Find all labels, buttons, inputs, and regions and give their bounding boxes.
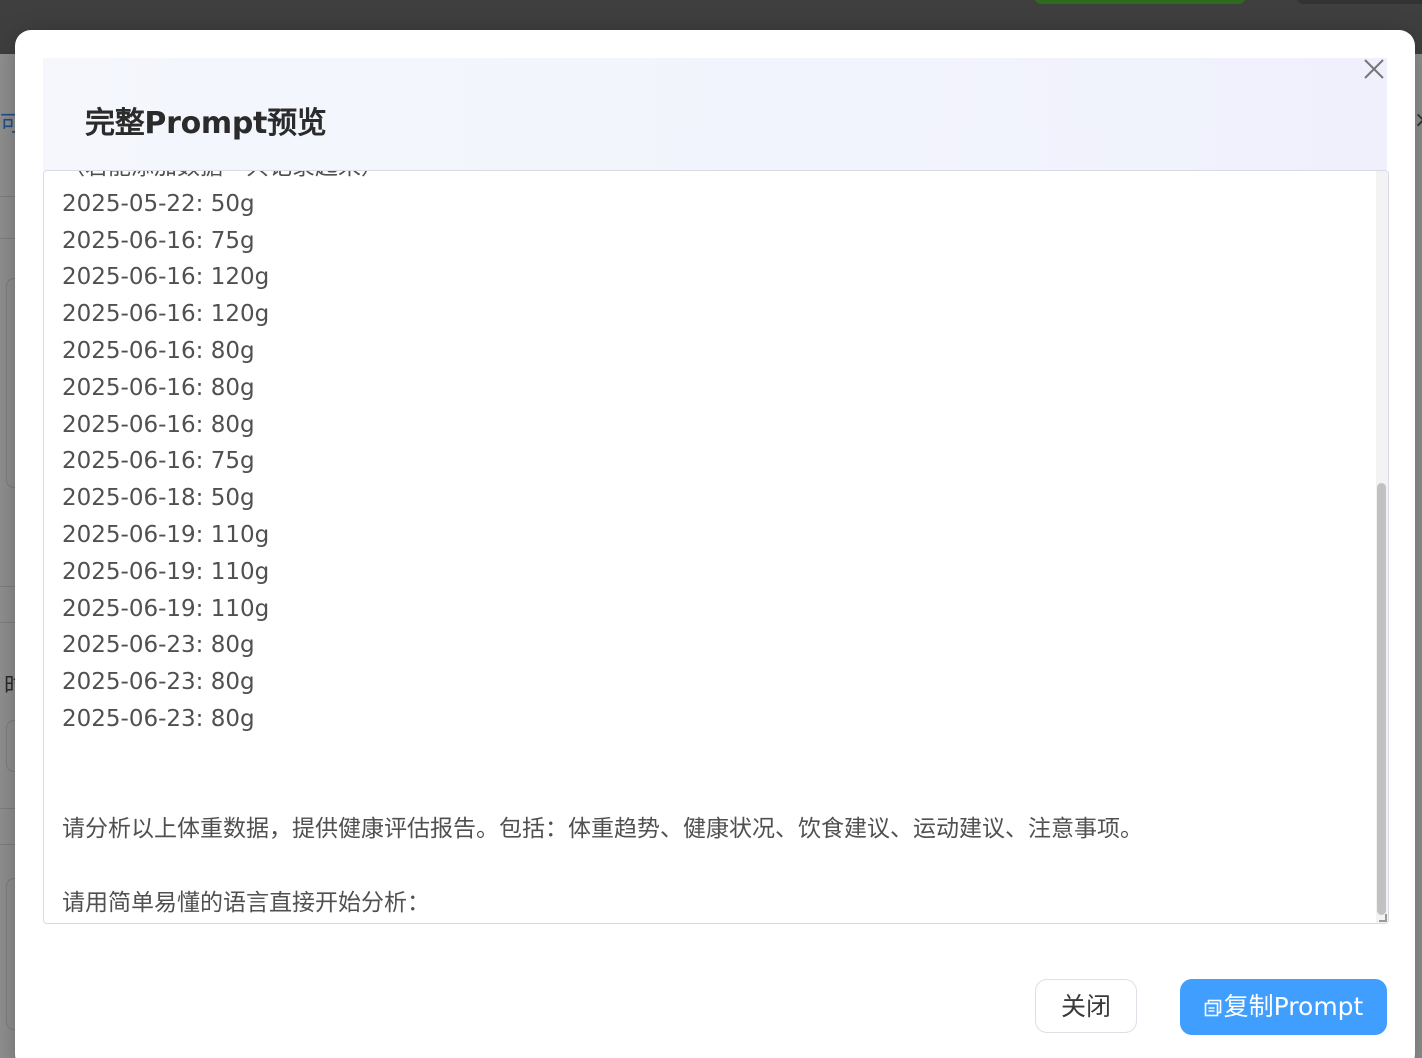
prompt-line: 2025-06-16: 120g — [62, 264, 270, 291]
backdrop-divider — [0, 808, 16, 809]
prompt-line: 2025-06-16: 75g — [62, 448, 255, 475]
backdrop-divider — [0, 622, 16, 623]
prompt-line: 2025-06-23: 80g — [62, 705, 255, 732]
prompt-line: 2025-06-16: 80g — [62, 411, 255, 438]
prompt-line — [62, 775, 1362, 812]
prompt-line: 2025-06-16: 80g — [62, 374, 255, 401]
backdrop-close-icon: × — [1414, 108, 1422, 133]
prompt-line: 请分析以上体重数据，提供健康评估报告。包括：体重趋势、健康状况、饮食建议、运动建… — [62, 816, 1143, 843]
close-icon[interactable] — [1362, 57, 1386, 81]
copy-prompt-button[interactable]: 复制Prompt — [1180, 979, 1387, 1035]
copy-prompt-label: 复制Prompt — [1223, 992, 1364, 1021]
prompt-line: 2025-06-23: 80g — [62, 669, 255, 696]
prompt-line: 2025-06-19: 110g — [62, 558, 270, 585]
prompt-line: 2025-06-16: 75g — [62, 227, 255, 254]
prompt-text: （若能添加数据一共记录起来） 2025-05-22: 50g 2025-06-16:… — [62, 171, 1362, 922]
prompt-line: 2025-06-23: 80g — [62, 632, 255, 659]
prompt-preview-dialog: 完整Prompt预览 （若能添加数据一共记录起来） 2025-05-22: 50g… — [15, 30, 1415, 1058]
scrollbar-track[interactable] — [1376, 171, 1388, 923]
prompt-textarea[interactable]: （若能添加数据一共记录起来） 2025-05-22: 50g 2025-06-16:… — [43, 170, 1389, 924]
backdrop-divider — [0, 844, 16, 845]
backdrop-dark-button — [1296, 0, 1422, 4]
prompt-line: 2025-06-16: 80g — [62, 337, 255, 364]
prompt-line: 2025-06-19: 110g — [62, 521, 270, 548]
prompt-line: 2025-05-22: 50g — [62, 190, 255, 217]
close-button[interactable]: 关闭 — [1035, 979, 1137, 1033]
backdrop-green-button — [1034, 0, 1246, 4]
scrollbar-thumb[interactable] — [1377, 483, 1386, 915]
dialog-title: 完整Prompt预览 — [85, 106, 327, 141]
resize-handle[interactable] — [1379, 914, 1387, 922]
prompt-line: 2025-06-18: 50g — [62, 485, 255, 512]
prompt-line: 2025-06-19: 110g — [62, 595, 270, 622]
copy-icon — [1204, 981, 1222, 1017]
dialog-header: 完整Prompt预览 — [43, 58, 1387, 170]
backdrop-divider — [0, 196, 16, 197]
prompt-line: 请用简单易懂的语言直接开始分析： — [62, 889, 430, 916]
backdrop-divider — [0, 238, 16, 239]
prompt-line: 2025-06-16: 120g — [62, 301, 270, 328]
backdrop-divider — [0, 586, 16, 587]
prompt-line: （若能添加数据一共记录起来） — [62, 171, 1362, 186]
prompt-line — [62, 738, 1362, 775]
prompt-line — [62, 848, 1362, 885]
